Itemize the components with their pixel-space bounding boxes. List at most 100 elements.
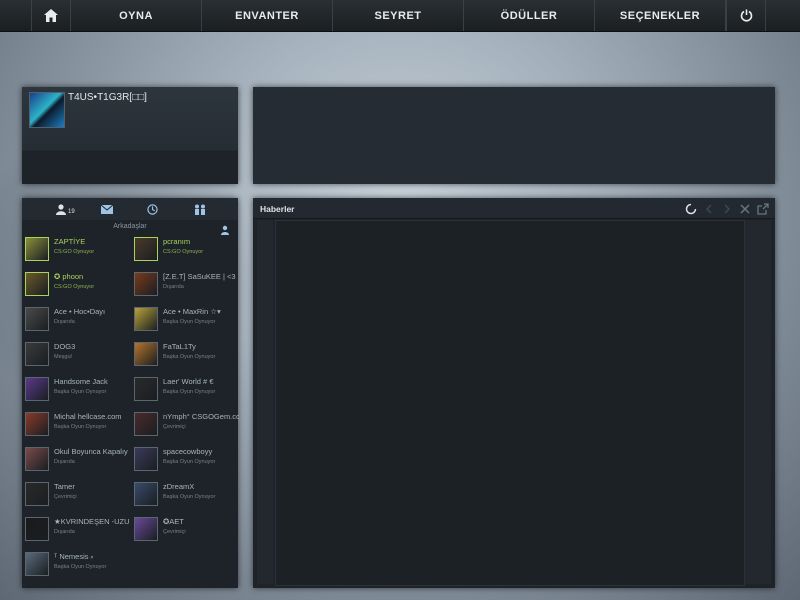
mail-icon: [101, 204, 113, 214]
friend-item[interactable]: Ace • MaxRin ☆▾ Başka Oyun Oynuyor: [132, 304, 240, 336]
friend-status: Başka Oyun Oynuyor: [54, 564, 107, 570]
friend-status: Başka Oyun Oynuyor: [54, 424, 107, 430]
options-button[interactable]: SEÇENEKLER: [595, 0, 726, 31]
friend-avatar: [25, 412, 49, 436]
power-button[interactable]: [726, 0, 766, 31]
friends-list-label: Arkadaşlar: [113, 223, 147, 230]
friend-item[interactable]: spacecowboyy Başka Oyun Oynuyor: [132, 444, 240, 476]
friend-avatar: [25, 482, 49, 506]
friend-item[interactable]: Ace • Hoc▪Dayı Dışarıda: [23, 304, 131, 336]
group-icon: [195, 204, 205, 215]
profile-name[interactable]: T4US•T1G3R[□□]: [68, 92, 147, 103]
friend-status: Başka Oyun Oynuyor: [163, 494, 216, 500]
news-left-strip: [257, 220, 273, 584]
friend-status: CS:GO Oynuyor: [163, 249, 204, 255]
friend-avatar: [25, 237, 49, 261]
news-header: Haberler: [253, 198, 775, 219]
friend-item[interactable]: nYmph° CSGOGem.cc Çevrimiçi: [132, 409, 240, 441]
friend-avatar: [134, 237, 158, 261]
close-icon[interactable]: [739, 202, 751, 214]
friend-name: nYmph° CSGOGem.cc: [163, 412, 239, 421]
friend-item[interactable]: ★KVRINDEŞEN -UZUN Dışarıda: [23, 514, 131, 546]
friend-avatar: [134, 482, 158, 506]
friend-status: Başka Oyun Oynuyor: [163, 459, 216, 465]
news-content: [275, 220, 745, 586]
friend-avatar: [25, 377, 49, 401]
friend-avatar: [134, 272, 158, 296]
friend-item[interactable]: FaTaL1Ty Başka Oyun Oynuyor: [132, 339, 240, 371]
news-panel: Haberler: [253, 198, 775, 588]
friend-name: Handsome Jack: [54, 377, 108, 386]
popout-icon[interactable]: [757, 202, 769, 215]
tab-recent[interactable]: [147, 202, 158, 216]
friend-name: FaTaL1Ty: [163, 342, 196, 351]
clock-icon: [147, 203, 158, 215]
friend-avatar: [134, 377, 158, 401]
friend-avatar: [134, 412, 158, 436]
friend-name: Laer' World # €: [163, 377, 214, 386]
forward-button[interactable]: [721, 202, 733, 214]
friend-status: Dışarıda: [54, 459, 75, 465]
news-tools: [685, 202, 769, 215]
friend-avatar: [134, 307, 158, 331]
friend-item[interactable]: Laer' World # € Başka Oyun Oynuyor: [132, 374, 240, 406]
friend-avatar: [25, 517, 49, 541]
friend-item[interactable]: [Z.E.T] SaSuKEE | <3 Dışarıda: [132, 269, 240, 301]
friend-name: ᵀ Nemesis ⸗: [54, 552, 94, 561]
friend-avatar: [25, 342, 49, 366]
top-right-panel: [253, 87, 775, 184]
friend-item[interactable]: Okul Boyunca Kapalıy Dışarıda: [23, 444, 131, 476]
friend-name: Tamer: [54, 482, 75, 491]
watch-button[interactable]: SEYRET: [333, 0, 464, 31]
friend-status: Dışarıda: [54, 529, 75, 535]
friend-status: Dışarıda: [54, 319, 75, 325]
inventory-button[interactable]: ENVANTER: [202, 0, 333, 31]
friends-count: 19: [68, 209, 75, 215]
back-button[interactable]: [703, 202, 715, 214]
friend-item[interactable]: Tamer Çevrimiçi: [23, 479, 131, 511]
friend-item[interactable]: zDreamX Başka Oyun Oynuyor: [132, 479, 240, 511]
friend-name: ✪ phoon: [54, 272, 84, 281]
play-button[interactable]: OYNA: [71, 0, 202, 31]
friend-name: ★KVRINDEŞEN -UZUN: [54, 517, 130, 526]
home-button[interactable]: [31, 0, 71, 31]
news-scrollbar[interactable]: [745, 220, 771, 584]
friend-avatar: [134, 342, 158, 366]
home-icon: [44, 9, 58, 22]
friend-item[interactable]: ZAPTİYE CS:GO Oynuyor: [23, 234, 131, 266]
friend-status: Başka Oyun Oynuyor: [54, 389, 107, 395]
power-icon: [740, 9, 752, 22]
friend-status: Meşgul: [54, 354, 72, 360]
tab-groups[interactable]: [194, 202, 206, 216]
tab-messages[interactable]: [101, 202, 113, 216]
friend-item[interactable]: ✪ phoon CS:GO Oynuyor: [23, 269, 131, 301]
tab-friends[interactable]: 19: [56, 202, 75, 216]
friend-name: zDreamX: [163, 482, 195, 491]
friend-item[interactable]: ✪AET Çevrimiçi: [132, 514, 240, 546]
friend-avatar: [25, 272, 49, 296]
friend-name: Michal hellcase.com: [54, 412, 122, 421]
friend-status: Çevrimiçi: [54, 494, 77, 500]
friend-item[interactable]: DOG3 Meşgul: [23, 339, 131, 371]
friend-name: Okul Boyunca Kapalıy: [54, 447, 128, 456]
person-icon: [56, 203, 66, 215]
friend-name: Ace • MaxRin ☆▾: [163, 307, 221, 316]
friend-name: spacecowboyy: [163, 447, 213, 456]
friend-item[interactable]: Michal hellcase.com Başka Oyun Oynuyor: [23, 409, 131, 441]
friends-tabs: 19: [22, 198, 238, 220]
friend-name: Ace • Hoc▪Dayı: [54, 307, 106, 316]
friend-name: ZAPTİYE: [54, 237, 86, 246]
awards-button[interactable]: ÖDÜLLER: [464, 0, 595, 31]
friend-name: pcranım: [163, 237, 191, 246]
top-nav: OYNA ENVANTER SEYRET ÖDÜLLER SEÇENEKLER: [0, 0, 800, 32]
friend-status: Başka Oyun Oynuyor: [163, 319, 216, 325]
friend-item[interactable]: pcranım CS:GO Oynuyor: [132, 234, 240, 266]
loading-icon: [685, 202, 697, 215]
add-friend-button[interactable]: [220, 222, 230, 235]
friend-avatar: [134, 517, 158, 541]
friend-item[interactable]: ᵀ Nemesis ⸗ Başka Oyun Oynuyor: [23, 549, 131, 581]
avatar[interactable]: [29, 92, 65, 128]
friend-avatar: [25, 447, 49, 471]
friend-name: ✪AET: [163, 517, 184, 526]
friend-item[interactable]: Handsome Jack Başka Oyun Oynuyor: [23, 374, 131, 406]
